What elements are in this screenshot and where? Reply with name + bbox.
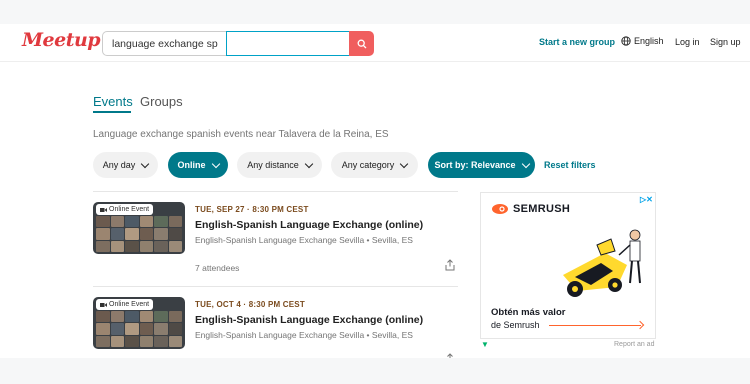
bottom-bar [0,358,750,384]
event-thumbnail[interactable]: Online Event [93,297,185,349]
adchoices-icon[interactable]: ▷✕ [640,195,653,204]
arrow-right-icon [635,320,645,330]
event-group: English-Spanish Language Exchange Sevill… [195,330,413,340]
online-event-badge: Online Event [96,204,154,215]
language-label: English [634,36,664,46]
tab-groups[interactable]: Groups [140,94,183,109]
video-call-grid [96,311,182,347]
tab-events[interactable]: Events [93,94,133,109]
ad-headline: Obtén más valor [491,307,566,318]
event-date: TUE, SEP 27 · 8:30 PM CEST [195,205,309,214]
video-camera-icon [100,207,107,212]
language-selector[interactable]: English [621,36,664,46]
filter-category-label: Any category [341,160,395,170]
search-bar [102,31,374,56]
search-icon [357,39,366,48]
divider [93,191,458,192]
location-input[interactable] [226,31,350,56]
semrush-flame-icon [492,204,508,214]
video-call-grid [96,216,182,252]
login-link[interactable]: Log in [675,37,700,47]
arrow-line [549,325,641,326]
filter-day[interactable]: Any day [93,152,158,178]
semrush-logo: SEMRUSH [491,203,570,215]
top-bar [0,0,750,24]
filter-type[interactable]: Online [168,152,228,178]
chevron-down-icon [304,159,314,168]
ad-brand: SEMRUSH [513,203,571,215]
event-attendees: 7 attendees [195,263,240,273]
badge-label: Online Event [109,206,150,213]
sort-dropdown[interactable]: Sort by: Relevance [428,152,535,178]
report-ad-link[interactable]: Report an ad [614,341,654,348]
semrush-ad[interactable]: ▷✕ SEMRUSH Obtén más valor de Semrush [480,192,656,339]
filter-distance-label: Any distance [247,160,299,170]
video-camera-icon [100,302,107,307]
chevron-down-icon [141,159,150,168]
online-event-badge: Online Event [96,299,154,310]
header: Meetup Start a new group English Log in … [0,24,750,62]
reset-filters-link[interactable]: Reset filters [544,160,596,170]
chevron-down-icon [521,159,530,168]
meetup-logo[interactable]: Meetup [22,29,101,51]
event-thumbnail[interactable]: Online Event [93,202,185,254]
filter-type-label: Online [177,160,206,170]
tab-active-indicator [93,111,131,113]
start-group-link[interactable]: Start a new group [539,37,615,47]
sort-label: Sort by: Relevance [434,160,516,170]
search-button[interactable] [349,31,374,56]
event-date: TUE, OCT 4 · 8:30 PM CEST [195,300,305,309]
results-subtitle: Language exchange spanish events near Ta… [93,129,389,140]
event-group: English-Spanish Language Exchange Sevill… [195,235,413,245]
globe-icon [621,36,631,46]
event-title[interactable]: English-Spanish Language Exchange (onlin… [195,314,423,326]
event-title[interactable]: English-Spanish Language Exchange (onlin… [195,219,423,231]
ad-network-icon: ▼ [481,340,489,349]
chevron-down-icon [211,159,220,168]
chevron-down-icon [400,159,409,168]
ad-cta[interactable]: de Semrush [491,320,540,330]
search-input[interactable] [102,31,226,56]
divider [93,286,458,287]
badge-label: Online Event [109,301,150,308]
share-icon[interactable] [444,259,456,271]
filter-day-label: Any day [102,160,136,170]
filter-distance[interactable]: Any distance [237,152,322,178]
race-car-illustration [563,229,641,297]
signup-link[interactable]: Sign up [710,37,741,47]
page: Meetup Start a new group English Log in … [0,24,750,358]
filter-category[interactable]: Any category [331,152,418,178]
